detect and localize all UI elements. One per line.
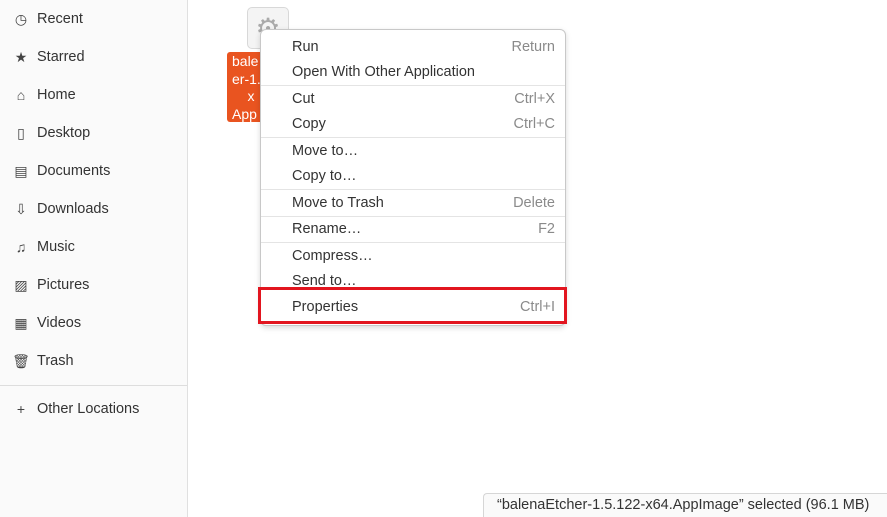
menu-item-shortcut: Ctrl+C bbox=[513, 116, 556, 133]
sidebar: ◷ Recent ★ Starred ⌂ Home ▯ Desktop ▤ Documents ⇩ D… bbox=[0, 0, 188, 517]
video-icon: ▦ bbox=[14, 314, 28, 331]
sidebar-item-label: Home bbox=[37, 87, 76, 103]
clock-icon: ◷ bbox=[14, 10, 28, 27]
menu-item-shortcut: Ctrl+X bbox=[514, 90, 555, 107]
plus-icon: + bbox=[16, 401, 26, 417]
sidebar-item-recent[interactable]: ◷ Recent bbox=[0, 1, 187, 37]
menu-item-shortcut: Return bbox=[511, 38, 555, 55]
menu-item-compress[interactable]: Compress… bbox=[261, 243, 565, 269]
sidebar-item-label: Music bbox=[37, 239, 75, 255]
menu-item-label: Cut bbox=[292, 90, 315, 107]
menu-item-label: Copy bbox=[292, 116, 326, 133]
sidebar-item-starred[interactable]: ★ Starred bbox=[0, 39, 187, 75]
download-icon: ⇩ bbox=[15, 200, 27, 217]
menu-item-move-to[interactable]: Move to… bbox=[261, 138, 565, 164]
trash-icon: 🗑 bbox=[12, 352, 30, 369]
home-icon: ⌂ bbox=[16, 87, 26, 103]
menu-item-rename[interactable]: Rename… F2 bbox=[261, 217, 565, 243]
menu-item-move-to-trash[interactable]: Move to Trash Delete bbox=[261, 190, 565, 216]
sidebar-item-videos[interactable]: ▦ Videos bbox=[0, 305, 187, 341]
sidebar-separator bbox=[0, 385, 187, 386]
picture-icon: ▨ bbox=[14, 276, 28, 293]
sidebar-item-other-locations[interactable]: + Other Locations bbox=[0, 391, 187, 427]
menu-item-copy-to[interactable]: Copy to… bbox=[261, 164, 565, 190]
menu-item-label: Copy to… bbox=[292, 168, 357, 185]
sidebar-item-label: Videos bbox=[37, 315, 82, 331]
menu-item-shortcut: F2 bbox=[538, 221, 555, 238]
sidebar-item-music[interactable]: ♫ Music bbox=[0, 229, 187, 265]
sidebar-item-label: Desktop bbox=[37, 125, 91, 141]
desktop-icon: ▯ bbox=[17, 124, 25, 141]
properties-highlight-box bbox=[258, 287, 567, 324]
menu-item-shortcut: Delete bbox=[513, 194, 555, 211]
menu-item-label: Rename… bbox=[292, 221, 362, 238]
sidebar-item-label: Downloads bbox=[37, 201, 109, 217]
sidebar-item-desktop[interactable]: ▯ Desktop bbox=[0, 115, 187, 151]
menu-item-label: Move to Trash bbox=[292, 194, 384, 211]
sidebar-item-trash[interactable]: 🗑 Trash bbox=[0, 343, 187, 379]
sidebar-item-label: Pictures bbox=[37, 277, 90, 293]
music-icon: ♫ bbox=[15, 239, 27, 255]
document-icon: ▤ bbox=[14, 162, 28, 179]
menu-item-cut[interactable]: Cut Ctrl+X bbox=[261, 86, 565, 112]
menu-item-copy[interactable]: Copy Ctrl+C bbox=[261, 112, 565, 138]
sidebar-item-label: Documents bbox=[37, 163, 111, 179]
menu-item-label: Move to… bbox=[292, 142, 359, 159]
menu-item-label: Open With Other Application bbox=[292, 64, 475, 81]
menu-item-run[interactable]: Run Return bbox=[261, 34, 565, 60]
status-bar: “balenaEtcher-1.5.122-x64.AppImage” sele… bbox=[483, 493, 887, 517]
sidebar-item-pictures[interactable]: ▨ Pictures bbox=[0, 267, 187, 303]
context-menu: Run Return Open With Other Application Cut C… bbox=[260, 29, 566, 326]
menu-item-label: Run bbox=[292, 38, 319, 55]
menu-item-open-with-other-application[interactable]: Open With Other Application bbox=[261, 60, 565, 86]
star-icon: ★ bbox=[14, 48, 28, 65]
sidebar-item-downloads[interactable]: ⇩ Downloads bbox=[0, 191, 187, 227]
sidebar-item-home[interactable]: ⌂ Home bbox=[0, 77, 187, 113]
sidebar-item-label: Other Locations bbox=[37, 401, 140, 417]
sidebar-item-label: Starred bbox=[37, 49, 85, 65]
sidebar-item-label: Recent bbox=[37, 11, 83, 27]
sidebar-item-documents[interactable]: ▤ Documents bbox=[0, 153, 187, 189]
menu-item-label: Compress… bbox=[292, 247, 373, 264]
sidebar-item-label: Trash bbox=[37, 353, 74, 369]
